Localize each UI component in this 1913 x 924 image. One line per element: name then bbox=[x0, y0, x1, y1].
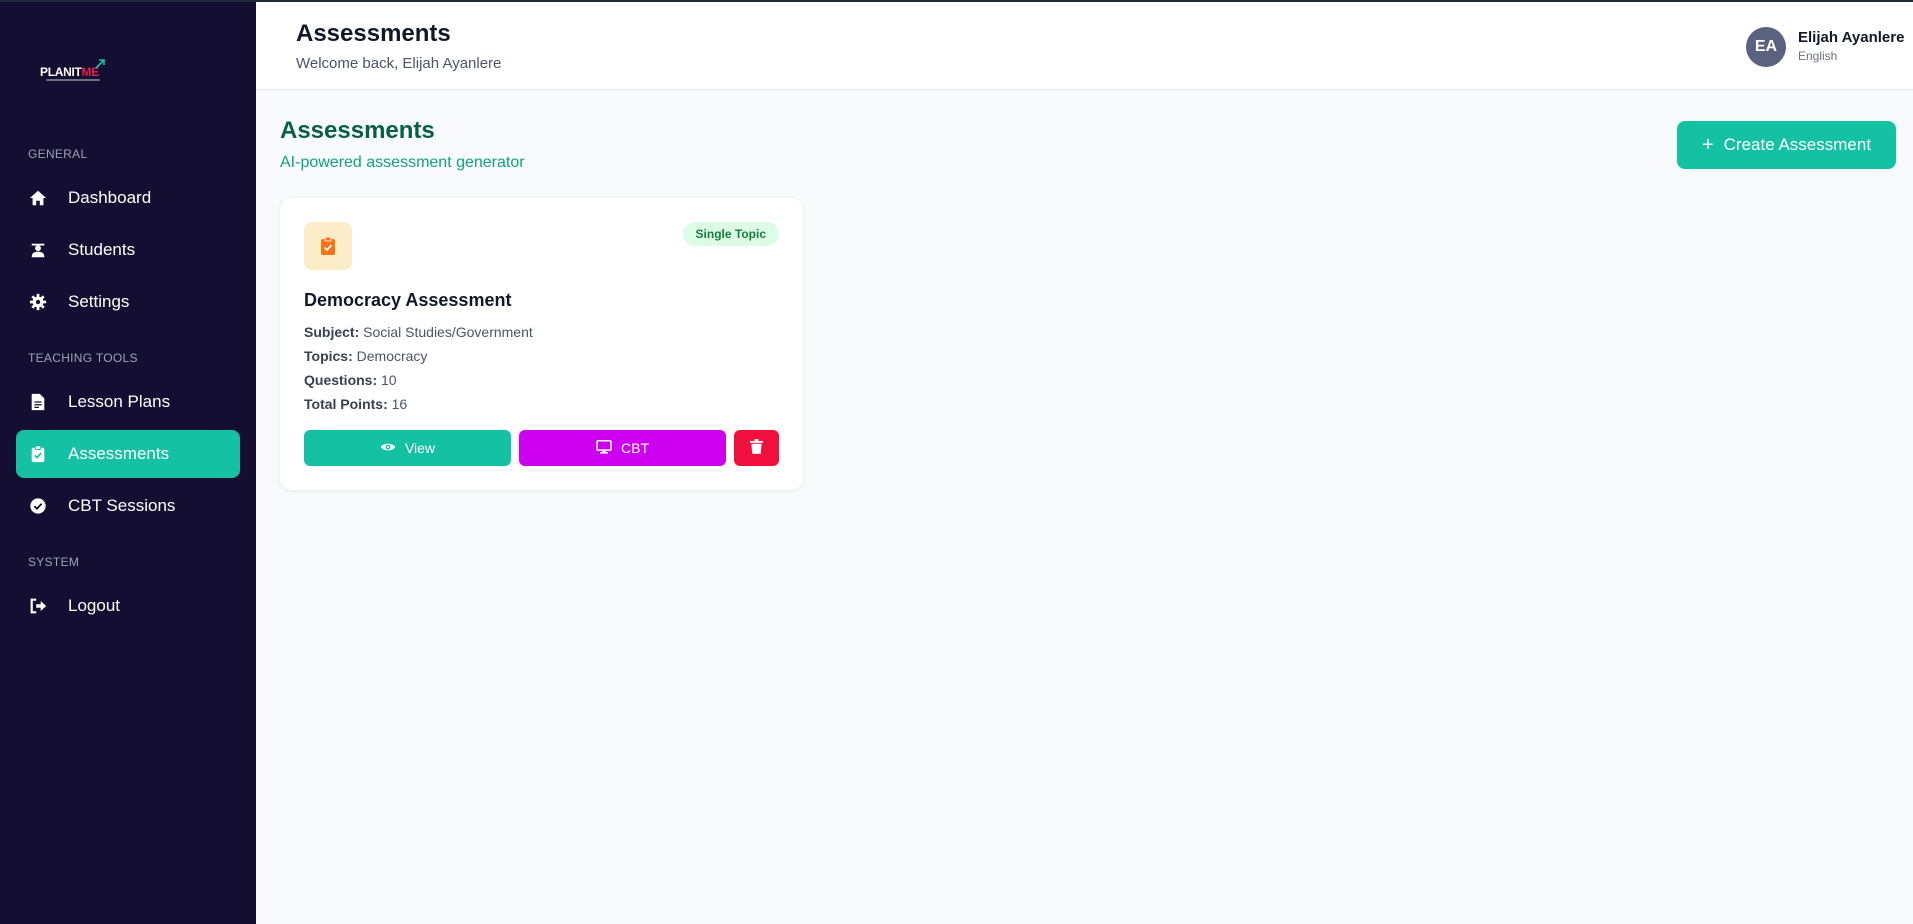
sidebar-item-label: Students bbox=[68, 240, 136, 259]
user-name[interactable]: Elijah Ayanlere bbox=[1798, 29, 1904, 46]
sidebar: PLANITME GENERAL Dashboard Students Sett… bbox=[0, 0, 256, 924]
desktop-icon bbox=[596, 439, 612, 457]
header-title: Assessments bbox=[296, 20, 451, 47]
sidebar-item-label: Settings bbox=[68, 292, 130, 311]
cbt-button[interactable]: CBT bbox=[519, 430, 726, 466]
logo-arrow-icon bbox=[95, 59, 105, 69]
assessment-topics: Topics: Democracy bbox=[304, 348, 428, 364]
sidebar-item-dashboard[interactable]: Dashboard bbox=[16, 174, 240, 222]
home-icon bbox=[28, 188, 48, 208]
page-title: Assessments bbox=[280, 117, 435, 144]
logo-tagline bbox=[46, 79, 100, 81]
sidebar-item-cbt-sessions[interactable]: CBT Sessions bbox=[16, 482, 240, 530]
create-assessment-label: Create Assessment bbox=[1723, 135, 1872, 154]
gear-icon bbox=[28, 292, 48, 312]
sidebar-item-assessments[interactable]: Assessments bbox=[16, 430, 240, 478]
section-label-system: SYSTEM bbox=[28, 555, 80, 569]
assessment-title: Democracy Assessment bbox=[304, 290, 512, 310]
user-language: English bbox=[1798, 49, 1838, 63]
plus-icon: + bbox=[1701, 134, 1714, 156]
clipboard-check-icon bbox=[304, 222, 352, 270]
trash-icon bbox=[750, 439, 763, 457]
assessment-type-badge: Single Topic bbox=[682, 222, 779, 246]
delete-button[interactable] bbox=[734, 430, 779, 466]
assessment-total-points: Total Points: 16 bbox=[304, 396, 408, 412]
sidebar-item-label: Lesson Plans bbox=[68, 392, 171, 411]
sidebar-item-label: Assessments bbox=[68, 444, 170, 463]
check-circle-icon bbox=[28, 496, 48, 516]
sidebar-item-label: CBT Sessions bbox=[68, 496, 176, 515]
avatar[interactable]: EA bbox=[1746, 27, 1786, 67]
sidebar-item-label: Dashboard bbox=[68, 188, 152, 207]
assessment-subject: Subject: Social Studies/Government bbox=[304, 324, 533, 340]
page-subtitle: AI-powered assessment generator bbox=[280, 154, 525, 171]
brand-logo[interactable]: PLANITME bbox=[40, 58, 106, 86]
section-label-general: GENERAL bbox=[28, 147, 88, 161]
header-welcome: Welcome back, Elijah Ayanlere bbox=[296, 55, 502, 72]
eye-icon bbox=[380, 440, 396, 456]
cbt-button-label: CBT bbox=[621, 440, 649, 456]
sidebar-item-label: Logout bbox=[68, 596, 120, 615]
section-label-teaching-tools: TEACHING TOOLS bbox=[28, 351, 138, 365]
document-icon bbox=[28, 392, 48, 412]
sidebar-item-settings[interactable]: Settings bbox=[16, 278, 240, 326]
sidebar-item-students[interactable]: Students bbox=[16, 226, 240, 274]
assessment-questions: Questions: 10 bbox=[304, 372, 397, 388]
view-button[interactable]: View bbox=[304, 430, 511, 466]
clipboard-check-icon bbox=[28, 444, 48, 464]
assessment-card: Single Topic Democracy Assessment Subjec… bbox=[280, 198, 803, 490]
sidebar-item-logout[interactable]: Logout bbox=[16, 582, 240, 630]
logout-icon bbox=[28, 596, 48, 616]
window-top-border bbox=[0, 0, 1913, 2]
sidebar-item-lesson-plans[interactable]: Lesson Plans bbox=[16, 378, 240, 426]
top-header: Assessments Welcome back, Elijah Ayanler… bbox=[256, 2, 1913, 90]
student-icon bbox=[28, 240, 48, 260]
create-assessment-button[interactable]: + Create Assessment bbox=[1677, 121, 1896, 169]
logo-text: PLANITME bbox=[40, 65, 99, 79]
view-button-label: View bbox=[404, 440, 436, 456]
